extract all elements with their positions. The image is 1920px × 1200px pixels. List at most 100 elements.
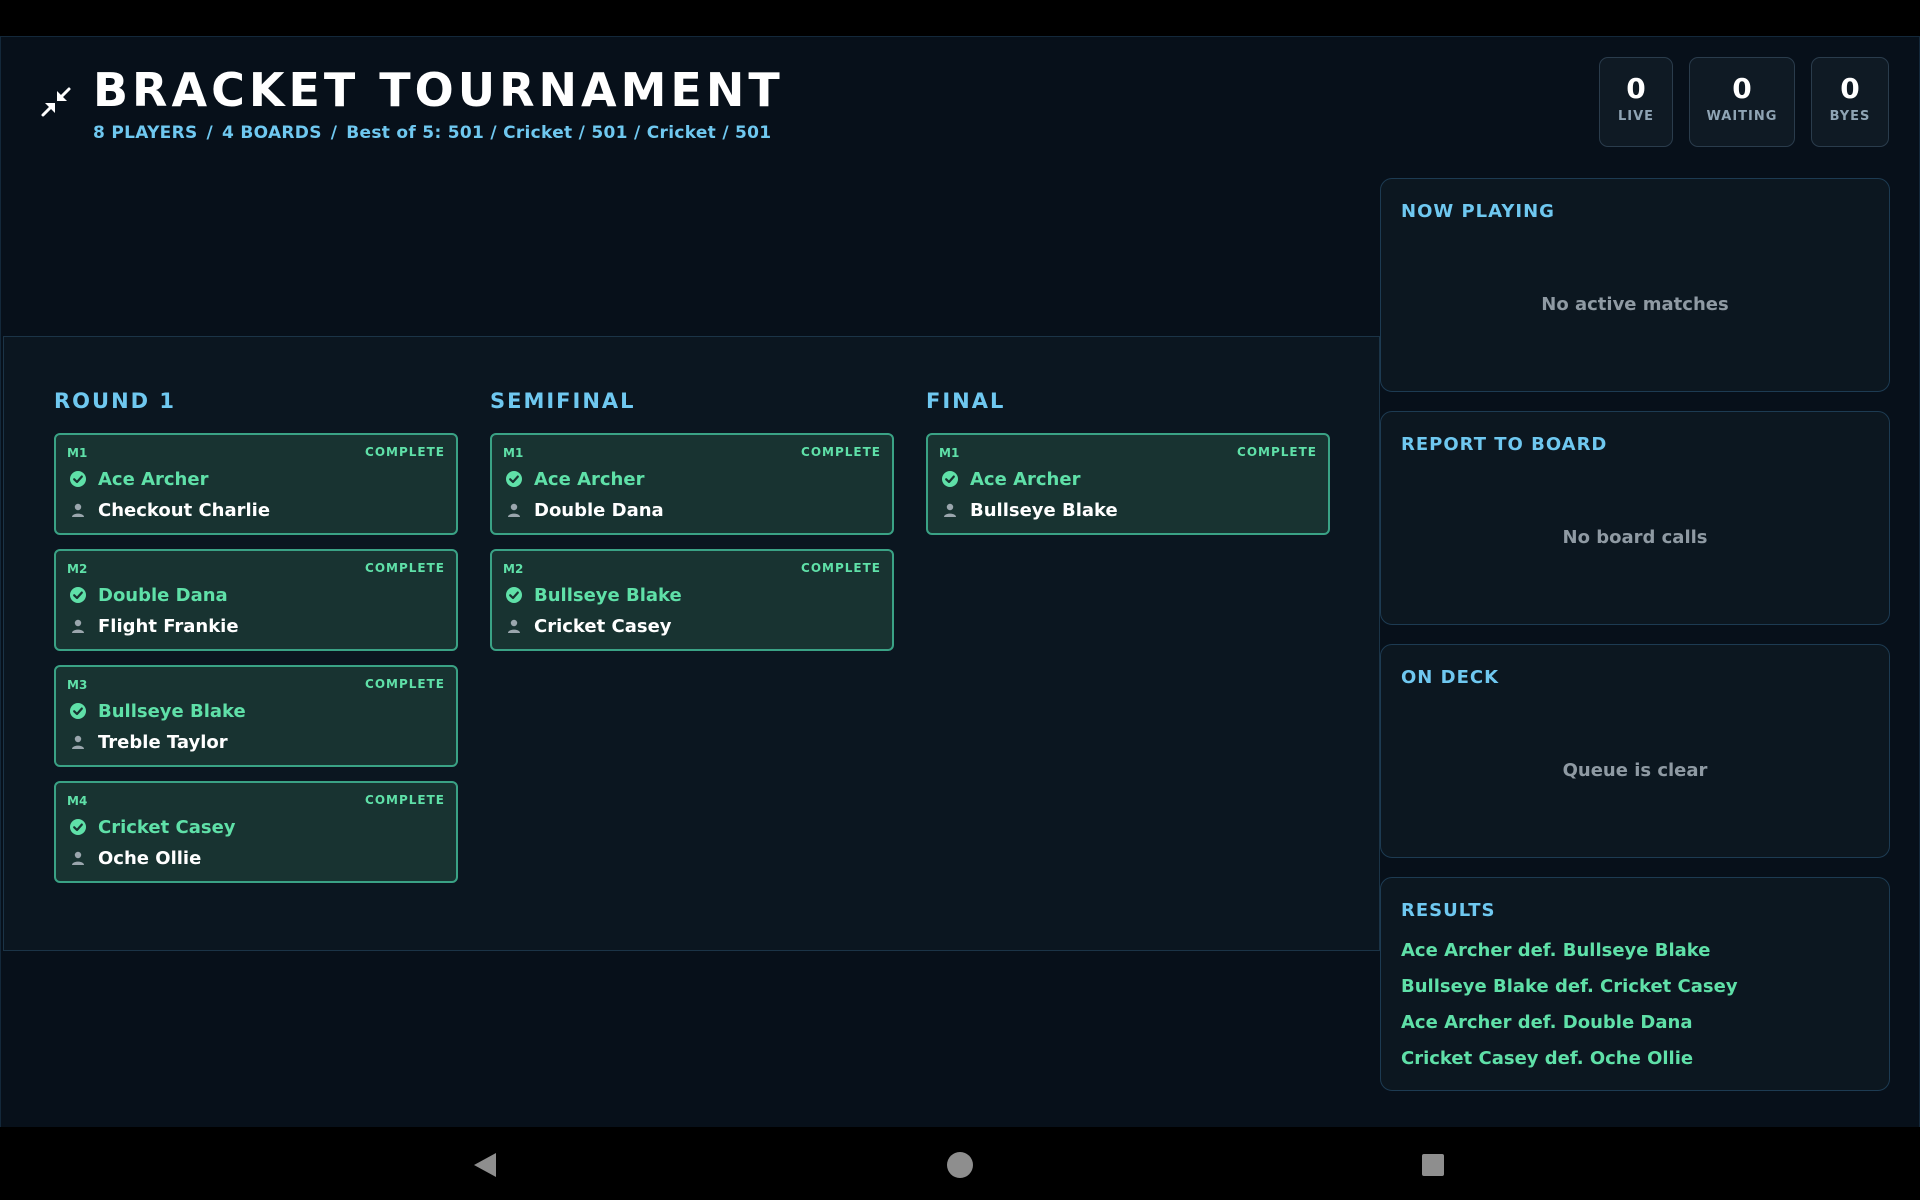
result-item: Bullseye Blake def. Cricket Casey — [1401, 976, 1738, 997]
stat-value: 0 — [1732, 72, 1752, 105]
panel-title: NOW PLAYING — [1401, 201, 1555, 222]
match-id: M1 — [503, 446, 524, 460]
panel-title: RESULTS — [1401, 900, 1496, 921]
results-panel: RESULTS Ace Archer def. Bullseye Blake B… — [1380, 877, 1890, 1091]
check-circle-icon — [506, 471, 522, 487]
check-circle-icon — [506, 587, 522, 603]
check-circle-icon — [70, 819, 86, 835]
home-circle-icon[interactable] — [946, 1151, 974, 1179]
status-bar — [0, 0, 1920, 36]
winner-row: Cricket Casey — [70, 815, 236, 839]
match-status: COMPLETE — [1237, 445, 1317, 459]
loser-name: Checkout Charlie — [98, 499, 271, 521]
empty-message: Queue is clear — [1562, 760, 1708, 781]
stat-label: LIVE — [1617, 109, 1655, 124]
winner-row: Ace Archer — [70, 467, 208, 491]
collapse-icon[interactable] — [39, 85, 73, 119]
match-card[interactable]: M4 COMPLETE Cricket Casey Oche Ollie — [54, 781, 458, 883]
match-status: COMPLETE — [365, 793, 445, 807]
winner-name: Cricket Casey — [98, 816, 236, 838]
loser-name: Double Dana — [534, 499, 664, 521]
separator: / — [206, 123, 214, 143]
winner-name: Ace Archer — [534, 468, 645, 490]
on-deck-panel: ON DECK Queue is clear — [1380, 644, 1890, 858]
loser-name: Oche Ollie — [98, 847, 202, 869]
match-format: Best of 5: 501 / Cricket / 501 / Cricket… — [346, 123, 772, 143]
check-circle-icon — [70, 703, 86, 719]
match-id: M4 — [67, 794, 88, 808]
result-item: Ace Archer def. Double Dana — [1401, 1012, 1693, 1033]
person-icon — [944, 503, 956, 517]
stat-byes: 0 BYES — [1811, 57, 1889, 147]
round-title: FINAL — [926, 389, 1006, 413]
back-triangle-icon[interactable] — [472, 1151, 498, 1179]
round-title: ROUND 1 — [54, 389, 177, 413]
loser-name: Flight Frankie — [98, 615, 239, 637]
winner-row: Ace Archer — [942, 467, 1080, 491]
panel-title: REPORT TO BOARD — [1401, 434, 1608, 455]
loser-row: Oche Ollie — [70, 846, 201, 870]
match-status: COMPLETE — [365, 677, 445, 691]
empty-message: No active matches — [1541, 294, 1729, 315]
boards-count: 4 BOARDS — [222, 123, 322, 143]
separator: / — [330, 123, 338, 143]
match-status: COMPLETE — [801, 561, 881, 575]
match-id: M2 — [503, 562, 524, 576]
stat-value: 0 — [1840, 72, 1860, 105]
now-playing-panel: NOW PLAYING No active matches — [1380, 178, 1890, 392]
winner-name: Bullseye Blake — [534, 584, 682, 606]
loser-row: Bullseye Blake — [942, 498, 1118, 522]
match-id: M2 — [67, 562, 88, 576]
stat-label: BYES — [1829, 109, 1871, 124]
loser-row: Flight Frankie — [70, 614, 239, 638]
match-card[interactable]: M3 COMPLETE Bullseye Blake Treble Taylor — [54, 665, 458, 767]
match-card[interactable]: M2 COMPLETE Bullseye Blake Cricket Casey — [490, 549, 894, 651]
stat-label: WAITING — [1706, 109, 1778, 124]
person-icon — [72, 619, 84, 633]
loser-name: Bullseye Blake — [970, 499, 1118, 521]
person-icon — [72, 851, 84, 865]
person-icon — [72, 735, 84, 749]
loser-row: Double Dana — [506, 498, 664, 522]
panel-title: ON DECK — [1401, 667, 1500, 688]
person-icon — [72, 503, 84, 517]
bracket-area: ROUND 1 M1 COMPLETE Ace Archer Checkout … — [3, 336, 1380, 951]
match-status: COMPLETE — [365, 445, 445, 459]
winner-name: Ace Archer — [970, 468, 1081, 490]
loser-row: Checkout Charlie — [70, 498, 270, 522]
winner-row: Bullseye Blake — [506, 583, 682, 607]
person-icon — [508, 619, 520, 633]
round-title: SEMIFINAL — [490, 389, 636, 413]
loser-row: Cricket Casey — [506, 614, 672, 638]
loser-row: Treble Taylor — [70, 730, 228, 754]
match-id: M1 — [939, 446, 960, 460]
match-card[interactable]: M1 COMPLETE Ace Archer Double Dana — [490, 433, 894, 535]
match-status: COMPLETE — [801, 445, 881, 459]
stat-live: 0 LIVE — [1599, 57, 1673, 147]
check-circle-icon — [70, 587, 86, 603]
person-icon — [508, 503, 520, 517]
result-item: Cricket Casey def. Oche Ollie — [1401, 1048, 1694, 1069]
winner-row: Double Dana — [70, 583, 228, 607]
winner-name: Bullseye Blake — [98, 700, 246, 722]
match-card[interactable]: M1 COMPLETE Ace Archer Bullseye Blake — [926, 433, 1330, 535]
empty-message: No board calls — [1562, 527, 1708, 548]
match-card[interactable]: M1 COMPLETE Ace Archer Checkout Charlie — [54, 433, 458, 535]
winner-name: Double Dana — [98, 584, 228, 606]
match-id: M1 — [67, 446, 88, 460]
tournament-subtitle: 8 PLAYERS / 4 BOARDS / Best of 5: 501 / Cric… — [93, 123, 771, 143]
stat-waiting: 0 WAITING — [1689, 57, 1795, 147]
winner-row: Ace Archer — [506, 467, 644, 491]
check-circle-icon — [942, 471, 958, 487]
match-id: M3 — [67, 678, 88, 692]
app-window: BRACKET TOURNAMENT 8 PLAYERS / 4 BOARDS / Be… — [0, 36, 1920, 1128]
report-to-board-panel: REPORT TO BOARD No board calls — [1380, 411, 1890, 625]
loser-name: Cricket Casey — [534, 615, 672, 637]
match-card[interactable]: M2 COMPLETE Double Dana Flight Frankie — [54, 549, 458, 651]
recent-square-icon[interactable] — [1421, 1153, 1445, 1177]
players-count: 8 PLAYERS — [93, 123, 198, 143]
winner-row: Bullseye Blake — [70, 699, 246, 723]
check-circle-icon — [70, 471, 86, 487]
loser-name: Treble Taylor — [98, 731, 228, 753]
navigation-bar — [0, 1127, 1920, 1200]
